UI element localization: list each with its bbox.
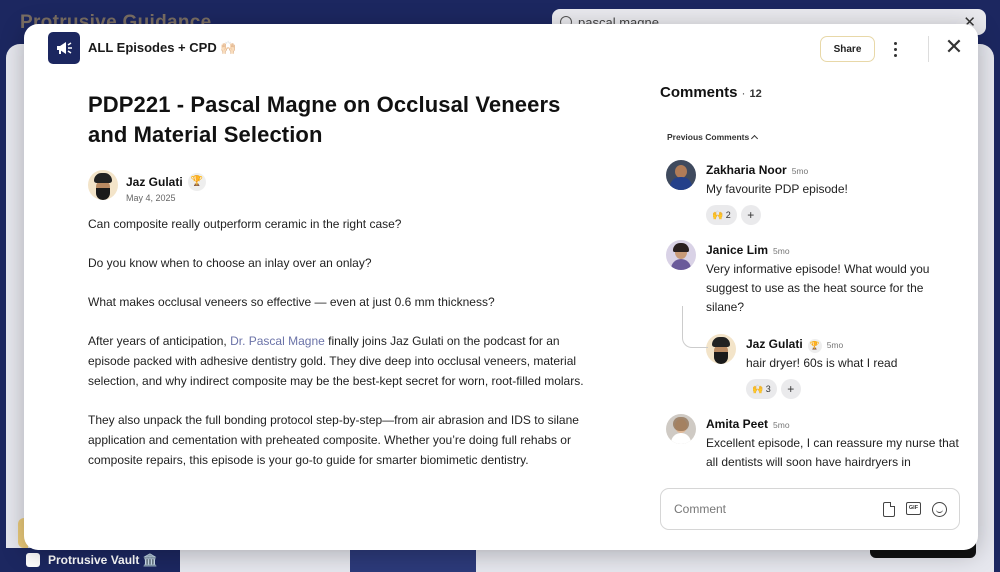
add-reaction-button[interactable]: +: [780, 379, 801, 399]
close-icon[interactable]: ✕: [942, 36, 966, 60]
trophy-icon: 🏆: [188, 173, 206, 191]
more-options-icon[interactable]: [884, 36, 906, 62]
post-paragraph: After years of anticipation, Dr. Pascal …: [88, 331, 588, 391]
comments-count: 12: [749, 88, 762, 100]
post-modal: ALL Episodes + CPD 🙌🏻 Share ✕ PDP221 - P…: [24, 24, 978, 550]
post-paragraph: They also unpack the full bonding protoc…: [88, 413, 579, 467]
guest-link[interactable]: Dr. Pascal Magne: [230, 334, 325, 348]
post-title: PDP221 - Pascal Magne on Occlusal Veneer…: [88, 92, 561, 147]
comment-item: Janice Lim 5mo Very informative episode! …: [666, 240, 966, 320]
author-name[interactable]: Jaz Gulati: [126, 175, 183, 189]
trophy-icon: 🏆: [807, 339, 822, 353]
post-body: Can composite really outperform ceramic …: [88, 214, 588, 470]
avatar[interactable]: [706, 334, 736, 364]
comment-input[interactable]: Comment GIF: [660, 488, 960, 530]
header-divider: [928, 36, 929, 62]
bg-footer-label: Protrusive Vault 🏛️: [48, 553, 158, 567]
comments-heading: Comments · 12: [660, 84, 966, 101]
attach-file-icon[interactable]: [883, 502, 895, 517]
comments-panel: Comments · 12 Previous Comments Zakharia N…: [660, 84, 966, 484]
comment-time: 5mo: [773, 246, 790, 256]
modal-header: ALL Episodes + CPD 🙌🏻 Share ✕: [24, 24, 978, 74]
reaction-pill[interactable]: 🙌 2: [706, 205, 737, 225]
reply-thread-line: [682, 306, 708, 348]
comment-placeholder: Comment: [674, 502, 727, 516]
space-name[interactable]: ALL Episodes + CPD 🙌🏻: [88, 40, 237, 56]
comment-author[interactable]: Jaz Gulati 🏆 5mo: [746, 337, 843, 353]
avatar[interactable]: [666, 240, 696, 270]
comment-text: Very informative episode! What would you…: [706, 262, 930, 314]
comment-text: Excellent episode, I can reassure my nur…: [706, 436, 959, 469]
author-row: Jaz Gulati 🏆 May 4, 2025: [88, 170, 588, 204]
comment-author-name[interactable]: Jaz Gulati: [746, 337, 803, 351]
comment-time: 5mo: [826, 340, 844, 350]
avatar[interactable]: [88, 170, 118, 200]
comment-author-name[interactable]: Janice Lim: [706, 243, 768, 257]
previous-comments-label: Previous Comments: [667, 132, 750, 142]
chevron-up-icon: [751, 134, 759, 143]
post-paragraph: Can composite really outperform ceramic …: [88, 217, 402, 231]
reaction-row: 🙌 2 +: [706, 205, 761, 225]
comments-title: Comments: [660, 84, 738, 101]
separator: ·: [741, 86, 746, 100]
vault-icon: [26, 553, 40, 567]
comment-reply: Jaz Gulati 🏆 5mo hair dryer! 60s is what I…: [706, 334, 966, 414]
post-content: PDP221 - Pascal Magne on Occlusal Veneer…: [88, 90, 588, 489]
composer-tools: GIF: [883, 502, 947, 517]
comment-author[interactable]: Zakharia Noor 5mo: [706, 163, 808, 177]
post-paragraph: Do you know when to choose an inlay over…: [88, 256, 372, 270]
post-date: May 4, 2025: [126, 193, 176, 203]
comment-item: Amita Peet 5mo Excellent episode, I can r…: [666, 414, 966, 484]
avatar[interactable]: [666, 414, 696, 444]
gif-icon[interactable]: GIF: [906, 502, 921, 515]
reaction-pill[interactable]: 🙌 3: [746, 379, 777, 399]
comment-author[interactable]: Janice Lim 5mo: [706, 243, 790, 257]
comment-text: My favourite PDP episode!: [706, 182, 848, 196]
comment-author[interactable]: Amita Peet 5mo: [706, 417, 790, 431]
add-reaction-button[interactable]: +: [740, 205, 761, 225]
comment-author-name[interactable]: Zakharia Noor: [706, 163, 787, 177]
avatar[interactable]: [666, 160, 696, 190]
previous-comments-button[interactable]: Previous Comments: [667, 132, 759, 143]
bg-thumbnail: [350, 548, 476, 572]
comment-time: 5mo: [773, 420, 790, 430]
bg-footer-item[interactable]: Protrusive Vault 🏛️: [0, 548, 180, 572]
share-button[interactable]: Share: [820, 36, 875, 62]
reaction-row: 🙌 3 +: [746, 379, 801, 399]
comment-item: Zakharia Noor 5mo My favourite PDP episod…: [666, 160, 966, 230]
comment-time: 5mo: [791, 166, 809, 176]
megaphone-icon: [48, 32, 80, 64]
comment-text: hair dryer! 60s is what I read: [746, 356, 898, 370]
post-paragraph: What makes occlusal veneers so effective…: [88, 295, 495, 309]
post-text: After years of anticipation,: [88, 334, 231, 348]
emoji-icon[interactable]: [932, 502, 947, 517]
comment-author-name[interactable]: Amita Peet: [706, 417, 768, 431]
